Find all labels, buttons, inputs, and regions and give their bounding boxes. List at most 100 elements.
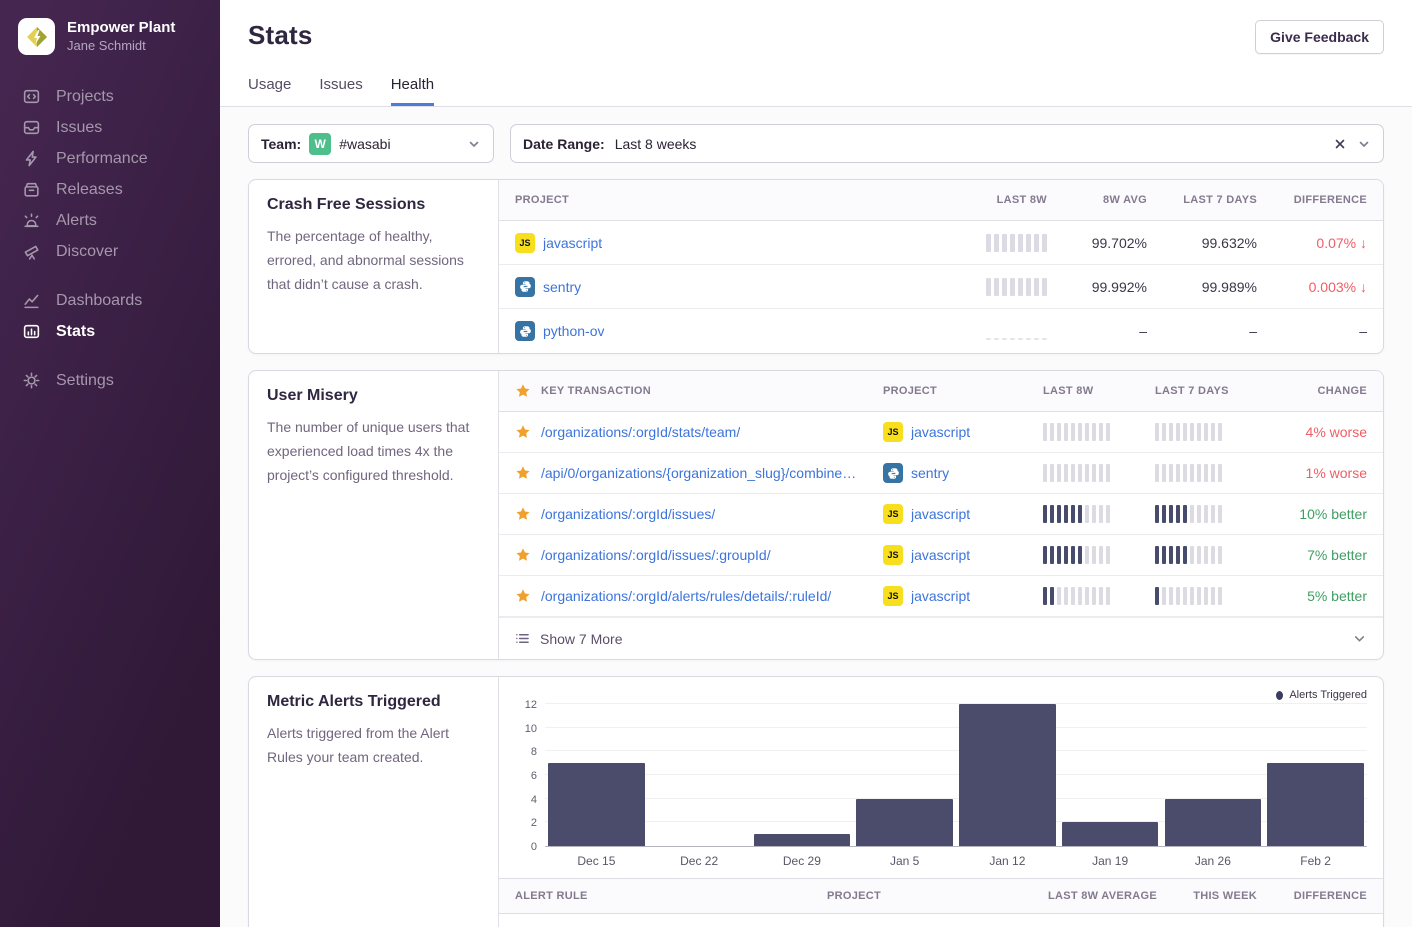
card-description: Alerts triggered from the Alert Rules yo…: [267, 721, 480, 769]
transaction-link[interactable]: /api/0/organizations/{organization_slug}…: [541, 465, 856, 481]
col-this-week: THIS WEEK: [1193, 890, 1257, 902]
avg-8w-value: –: [1139, 323, 1147, 339]
stats-icon: [22, 322, 41, 341]
sidebar-item-alerts[interactable]: Alerts: [22, 205, 220, 236]
avg-8w-value: 99.992%: [1092, 279, 1147, 295]
chart-x-axis: Dec 15Dec 22Dec 29Jan 5Jan 12Jan 19Jan 2…: [545, 847, 1367, 878]
col-last7days: LAST 7 DAYS: [1183, 194, 1257, 206]
sparkline-last7days: [1155, 505, 1267, 523]
difference-value: –: [1359, 323, 1367, 339]
sparkline-last8w: [986, 322, 1047, 340]
key-transaction-star-icon[interactable]: [515, 465, 531, 481]
sparkline-last8w: [1043, 587, 1155, 605]
change-value: 5% better: [1307, 588, 1367, 604]
key-transaction-star-icon[interactable]: [515, 506, 531, 522]
transaction-link[interactable]: /organizations/:orgId/issues/:groupId/: [541, 547, 771, 563]
change-value: 4% worse: [1306, 424, 1367, 440]
col-last8w-average: LAST 8W AVERAGE: [1048, 890, 1157, 902]
org-switcher[interactable]: Empower Plant Jane Schmidt: [18, 18, 220, 55]
issues-icon: [22, 118, 41, 137]
team-selector[interactable]: Team: W #wasabi: [248, 124, 494, 163]
col-change: CHANGE: [1318, 385, 1367, 397]
card-title: User Misery: [267, 387, 480, 405]
org-logo-icon: [18, 18, 55, 55]
sidebar-item-performance[interactable]: Performance: [22, 143, 220, 174]
user-misery-card: User Misery The number of unique users t…: [248, 370, 1384, 660]
sidebar-item-label: Discover: [56, 243, 118, 261]
col-key-transaction: KEY TRANSACTION: [541, 385, 651, 397]
table-row: /organizations/:orgId/issues/ JSjavascri…: [499, 494, 1383, 535]
sidebar-item-discover[interactable]: Discover: [22, 236, 220, 267]
legend-label: Alerts Triggered: [1289, 689, 1367, 701]
show-more-button[interactable]: Show 7 More: [499, 617, 1383, 659]
chart-plot-area: [545, 705, 1367, 847]
table-row: python-ov – – –: [499, 309, 1383, 353]
sidebar-item-stats[interactable]: Stats: [22, 316, 220, 347]
tab-health[interactable]: Health: [391, 76, 434, 106]
table-row: sentry 99.992% 99.989% 0.003% ↓: [499, 265, 1383, 309]
star-icon: [515, 383, 531, 399]
key-transaction-star-icon[interactable]: [515, 547, 531, 563]
col-difference: DIFFERENCE: [1294, 194, 1367, 206]
projects-icon: [22, 87, 41, 106]
sidebar-item-settings[interactable]: Settings: [22, 365, 220, 396]
transaction-link[interactable]: /organizations/:orgId/stats/team/: [541, 424, 740, 440]
team-label: Team:: [261, 136, 301, 152]
user-name: Jane Schmidt: [67, 38, 175, 54]
project-link[interactable]: javascript: [911, 588, 970, 604]
sidebar-item-projects[interactable]: Projects: [22, 81, 220, 112]
alerts-icon: [22, 211, 41, 230]
table-row: /api/0/organizations/{organization_slug}…: [499, 453, 1383, 494]
chart-legend[interactable]: Alerts Triggered: [515, 687, 1367, 703]
page-header: Stats Give Feedback Usage Issues Health: [220, 0, 1412, 107]
project-link[interactable]: javascript: [911, 547, 970, 563]
sidebar-item-label: Stats: [56, 323, 95, 341]
card-title: Crash Free Sessions: [267, 196, 480, 214]
project-link[interactable]: javascript: [543, 235, 602, 251]
metric-alerts-card: Metric Alerts Triggered Alerts triggered…: [248, 676, 1384, 927]
table-row: /organizations/:orgId/issues/:groupId/ J…: [499, 535, 1383, 576]
sidebar-item-releases[interactable]: Releases: [22, 174, 220, 205]
transaction-link[interactable]: /organizations/:orgId/alerts/rules/detai…: [541, 588, 831, 604]
table-row: /organizations/:orgId/alerts/rules/detai…: [499, 576, 1383, 617]
project-link[interactable]: python-ov: [543, 323, 604, 339]
col-last7days: LAST 7 DAYS: [1155, 385, 1267, 397]
col-project: PROJECT: [827, 890, 1007, 902]
project-link[interactable]: javascript: [911, 506, 970, 522]
key-transaction-star-icon[interactable]: [515, 588, 531, 604]
last-7d-value: 99.989%: [1202, 279, 1257, 295]
releases-icon: [22, 180, 41, 199]
show-more-label: Show 7 More: [540, 631, 622, 647]
alerts-bar-chart: Alerts Triggered 024681012 Dec 15Dec 22D…: [499, 677, 1383, 878]
key-transaction-star-icon[interactable]: [515, 424, 531, 440]
main-area: Stats Give Feedback Usage Issues Health …: [220, 0, 1412, 927]
transaction-link[interactable]: /organizations/:orgId/issues/: [541, 506, 715, 522]
arrow-down-icon: ↓: [1360, 235, 1367, 251]
legend-dot-icon: [1276, 691, 1283, 700]
python-platform-icon: [515, 321, 535, 341]
project-link[interactable]: javascript: [911, 424, 970, 440]
col-difference: DIFFERENCE: [1294, 890, 1367, 902]
sidebar-item-dashboards[interactable]: Dashboards: [22, 285, 220, 316]
python-platform-icon: [515, 277, 535, 297]
arrow-down-icon: ↓: [1360, 279, 1367, 295]
team-avatar: W: [309, 133, 331, 155]
date-range-selector[interactable]: Date Range: Last 8 weeks: [510, 124, 1384, 163]
sidebar-item-issues[interactable]: Issues: [22, 112, 220, 143]
javascript-platform-icon: JS: [883, 586, 903, 606]
tab-issues[interactable]: Issues: [319, 76, 362, 106]
chevron-down-icon: [467, 137, 481, 151]
date-range-value: Last 8 weeks: [615, 136, 697, 152]
difference-value: 0.07% ↓: [1316, 235, 1367, 251]
project-link[interactable]: sentry: [911, 465, 949, 481]
col-project: PROJECT: [515, 194, 937, 206]
project-link[interactable]: sentry: [543, 279, 581, 295]
python-platform-icon: [883, 463, 903, 483]
sparkline-last7days: [1155, 464, 1267, 482]
tab-usage[interactable]: Usage: [248, 76, 291, 106]
empower-plant-diamond-icon: [25, 25, 49, 49]
clear-date-icon[interactable]: [1333, 137, 1347, 151]
give-feedback-button[interactable]: Give Feedback: [1255, 20, 1384, 54]
chevron-down-icon: [1352, 631, 1367, 646]
sidebar-item-label: Dashboards: [56, 292, 142, 310]
